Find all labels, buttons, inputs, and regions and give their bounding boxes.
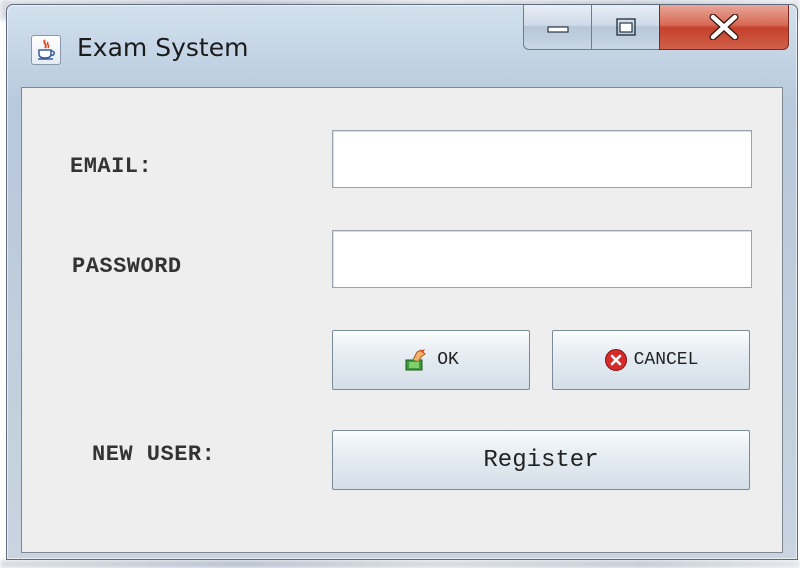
ok-button[interactable]: OK [332,330,530,390]
cancel-button[interactable]: CANCEL [552,330,750,390]
form-panel: EMAIL: PASSWORD OK CANCEL NEW USER: Regi… [21,87,783,553]
exam-system-window: Exam System EMAIL: PASSWORD OK CANCEL NE… [6,4,798,560]
desktop-background-bottom [0,560,800,568]
maximize-button[interactable] [591,5,661,50]
maximize-icon [616,18,636,36]
java-cup-icon[interactable] [31,35,61,65]
cancel-button-label: CANCEL [633,350,699,370]
new-user-label: NEW USER: [92,442,216,467]
window-controls [523,5,789,50]
ok-button-label: OK [437,350,459,370]
window-title: Exam System [77,33,249,62]
close-button[interactable] [659,5,789,50]
email-label: EMAIL: [70,154,153,179]
hand-money-icon [405,349,426,371]
minimize-button[interactable] [523,5,593,50]
password-field[interactable] [332,230,752,288]
register-button-label: Register [483,446,599,474]
password-label: PASSWORD [72,254,182,279]
email-field[interactable] [332,130,752,188]
close-icon [709,14,739,40]
red-x-circle-icon [604,349,627,371]
minimize-icon [547,26,569,33]
title-bar[interactable]: Exam System [7,5,797,87]
register-button[interactable]: Register [332,430,750,490]
